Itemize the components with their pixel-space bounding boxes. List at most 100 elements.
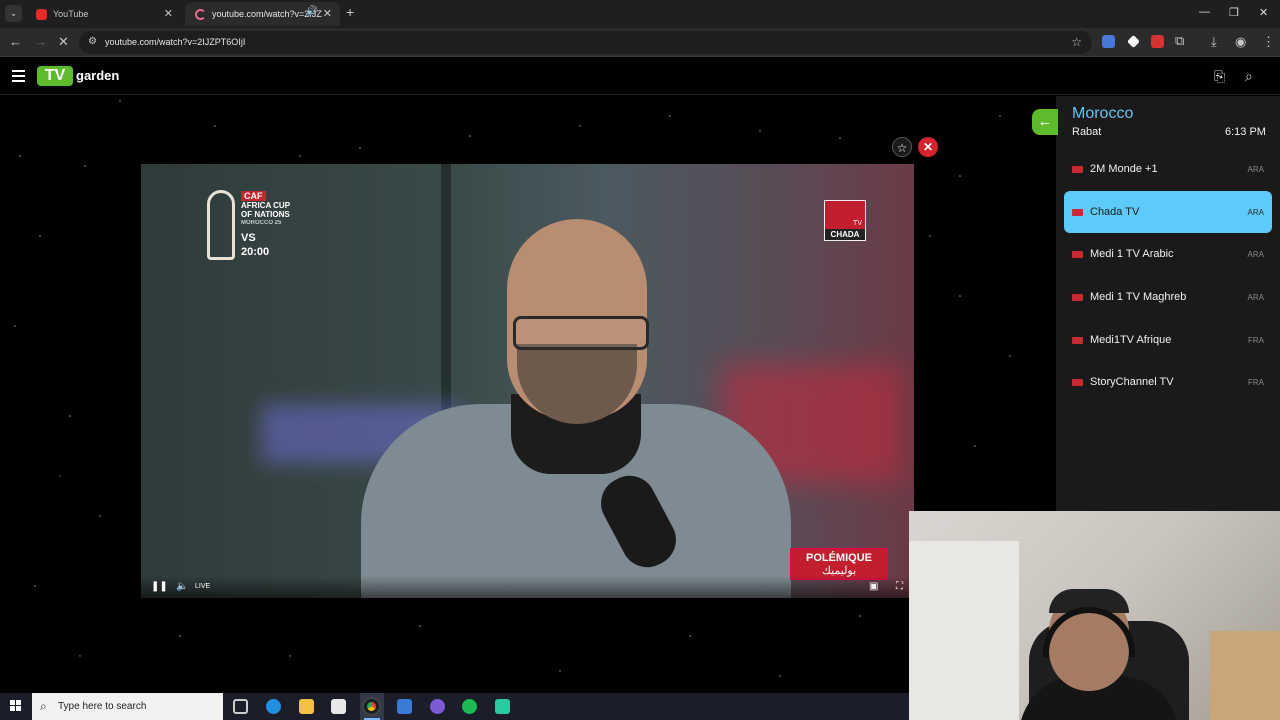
morocco-flag-icon: [1072, 294, 1083, 301]
caf-badge: CAF: [241, 191, 266, 201]
new-tab-plus-icon[interactable]: +: [346, 4, 354, 20]
match-time: 20:00: [241, 246, 270, 258]
stop-loading-icon[interactable]: ✕: [58, 34, 69, 50]
channel-name: Medi 1 TV Maghreb: [1090, 291, 1187, 303]
audio-playing-icon[interactable]: 🔊: [306, 6, 318, 17]
webcam-background-door: [909, 541, 1019, 720]
search-icon: ⌕: [40, 699, 47, 713]
bookmark-star-icon[interactable]: ☆: [1071, 35, 1082, 49]
translate-extension-icon[interactable]: [1102, 35, 1115, 48]
forward-arrow-icon[interactable]: →: [34, 34, 47, 49]
fullscreen-icon[interactable]: ⛶: [896, 581, 903, 592]
taskbar-search-placeholder: Type here to search: [58, 701, 147, 712]
logo-badge[interactable]: TV: [37, 66, 73, 86]
morocco-flag-icon: [1072, 337, 1083, 344]
close-window-icon[interactable]: ✕: [1259, 6, 1268, 19]
afcon-line2: OF NATIONS: [241, 210, 290, 219]
live-indicator: LIVE: [195, 583, 211, 590]
channel-item[interactable]: Medi 1 TV Maghreb ARA: [1064, 276, 1272, 318]
mail-app-icon[interactable]: [397, 699, 412, 714]
youtube-favicon-icon: [36, 8, 47, 20]
channel-logo-sub: TV: [853, 220, 862, 227]
app-tray-icon[interactable]: [495, 699, 510, 714]
chrome-browser-icon[interactable]: [364, 699, 379, 714]
site-info-icon[interactable]: ⚙: [88, 36, 97, 47]
afcon-logo: CAF AFRICA CUP OF NATIONS MOROCCO 25 VS …: [207, 190, 299, 262]
video-player[interactable]: CAF AFRICA CUP OF NATIONS MOROCCO 25 VS …: [141, 164, 914, 598]
extension-diamond-icon[interactable]: [1127, 35, 1140, 48]
channel-item[interactable]: StoryChannel TV FRA: [1064, 361, 1272, 403]
collapse-panel-arrow-icon[interactable]: ←: [1032, 109, 1058, 135]
close-player-button[interactable]: ✕: [918, 137, 938, 157]
address-bar[interactable]: ⚙ youtube.com/watch?v=2IJZPT6OIjI ☆: [79, 31, 1092, 54]
menu-hamburger-icon[interactable]: [12, 70, 25, 85]
messenger-app-icon[interactable]: [430, 699, 445, 714]
show-title-fr: POLÉMIQUE: [805, 552, 872, 564]
screen: ⌄ YouTube ✕ youtube.com/watch?v=2IJZ 🔊 ✕…: [0, 0, 1280, 720]
trophy-icon: [207, 190, 235, 260]
channel-item[interactable]: 2M Monde +1 ARA: [1064, 148, 1272, 190]
channel-name: Medi 1 TV Arabic: [1090, 248, 1174, 260]
channel-language: FRA: [1248, 336, 1264, 345]
taskbar-search-box[interactable]: ⌕ Type here to search: [32, 693, 223, 720]
extension-red-icon[interactable]: [1151, 35, 1164, 48]
chrome-menu-icon[interactable]: ⋮: [1262, 34, 1275, 50]
windows-taskbar: ⌕ Type here to search: [0, 693, 909, 720]
pause-icon[interactable]: ❚❚: [151, 581, 168, 592]
video-person-glasses: [513, 316, 649, 350]
player-controls: ❚❚ 🔈 LIVE ▣ ⛶: [141, 576, 914, 598]
favorite-star-button[interactable]: ☆: [892, 137, 912, 157]
local-time: 6:13 PM: [1225, 126, 1266, 138]
morocco-flag-icon: [1072, 379, 1083, 386]
picture-in-picture-icon[interactable]: ▣: [869, 581, 878, 592]
microsoft-store-icon[interactable]: [331, 699, 346, 714]
search-icon[interactable]: ⌕: [1245, 68, 1253, 85]
cast-icon[interactable]: ⎘: [1214, 68, 1225, 85]
channel-item[interactable]: Medi 1 TV Arabic ARA: [1064, 233, 1272, 275]
channel-language: ARA: [1247, 250, 1264, 259]
channel-language: ARA: [1247, 165, 1264, 174]
channel-item[interactable]: Medi1TV Afrique FRA: [1064, 319, 1272, 361]
channel-name: StoryChannel TV: [1090, 376, 1174, 388]
browser-tab-strip: ⌄ YouTube ✕ youtube.com/watch?v=2IJZ 🔊 ✕…: [0, 0, 1280, 28]
morocco-flag-icon: [1072, 209, 1083, 216]
tab-search-button[interactable]: ⌄: [5, 5, 22, 22]
channel-logo: TV CHADA: [824, 200, 866, 241]
tab-title: YouTube: [53, 9, 89, 19]
tab-current[interactable]: youtube.com/watch?v=2IJZ 🔊 ✕: [185, 2, 340, 26]
channel-item-active[interactable]: Chada TV ARA: [1064, 191, 1272, 233]
tab-youtube[interactable]: YouTube ✕: [26, 2, 181, 26]
channel-logo-label: CHADA: [825, 229, 865, 240]
channel-language: ARA: [1247, 208, 1264, 217]
webcam-overlay: [909, 511, 1280, 720]
afcon-line3: MOROCCO 25: [241, 220, 282, 226]
close-tab-icon[interactable]: ✕: [323, 7, 332, 20]
channel-name: 2M Monde +1: [1090, 163, 1158, 175]
city-name: Rabat: [1072, 126, 1102, 138]
minimize-icon[interactable]: —: [1199, 6, 1210, 18]
url-text: youtube.com/watch?v=2IJZPT6OIjI: [105, 37, 246, 47]
afcon-line1: AFRICA CUP: [241, 201, 291, 210]
download-icon[interactable]: ⤓: [1211, 34, 1217, 50]
task-view-icon[interactable]: [233, 699, 248, 714]
morocco-flag-icon: [1072, 251, 1083, 258]
channel-name: Chada TV: [1090, 206, 1140, 218]
logo-word[interactable]: garden: [76, 68, 119, 83]
restore-icon[interactable]: ❐: [1229, 6, 1239, 19]
channel-language: FRA: [1248, 378, 1264, 387]
profile-icon[interactable]: ◉: [1235, 34, 1246, 50]
spotify-icon[interactable]: [462, 699, 477, 714]
extensions-puzzle-icon[interactable]: ⧉: [1175, 33, 1184, 49]
browser-toolbar: ← → ✕ ⚙ youtube.com/watch?v=2IJZPT6OIjI …: [0, 28, 1280, 56]
channel-language: ARA: [1247, 293, 1264, 302]
webcam-background-shelf: [1210, 631, 1280, 720]
file-explorer-icon[interactable]: [299, 699, 314, 714]
close-tab-icon[interactable]: ✕: [164, 7, 173, 20]
country-title: Morocco: [1072, 105, 1134, 122]
volume-icon[interactable]: 🔈: [176, 581, 188, 592]
app-header: TV garden ⎘ ⌕: [0, 57, 1280, 95]
windows-start-icon[interactable]: [10, 700, 22, 712]
back-arrow-icon[interactable]: ←: [9, 34, 22, 49]
loading-spinner-icon: [195, 8, 206, 20]
edge-browser-icon[interactable]: [266, 699, 281, 714]
